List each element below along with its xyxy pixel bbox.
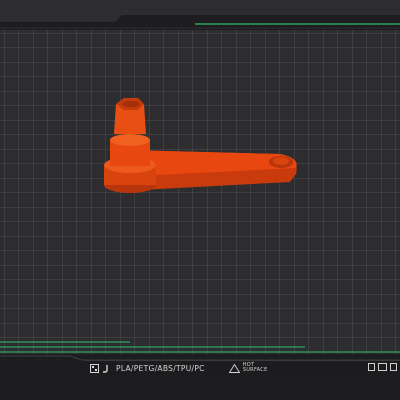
hot-surface-warning: HOT SURFACE — [228, 362, 279, 373]
material-label: PLA/PETG/ABS/TPU/PC — [116, 363, 205, 373]
square-icon — [368, 363, 375, 371]
hot-surface-warning-icon — [228, 363, 240, 373]
screen-icon — [378, 363, 387, 371]
hot-surface-text: HOT SURFACE — [242, 362, 268, 373]
build-plate — [0, 15, 400, 400]
3d-viewport[interactable]: PLA/PETG/ABS/TPU/PC HOT SURFACE — [0, 0, 400, 400]
bed-corner-icons — [368, 362, 400, 372]
printer-logo-icon — [90, 363, 99, 373]
j-logo-icon — [101, 364, 110, 373]
plate-grid — [0, 30, 400, 358]
bed-label-strip: PLA/PETG/ABS/TPU/PC HOT SURFACE — [85, 360, 400, 375]
panel-icon — [390, 363, 397, 371]
